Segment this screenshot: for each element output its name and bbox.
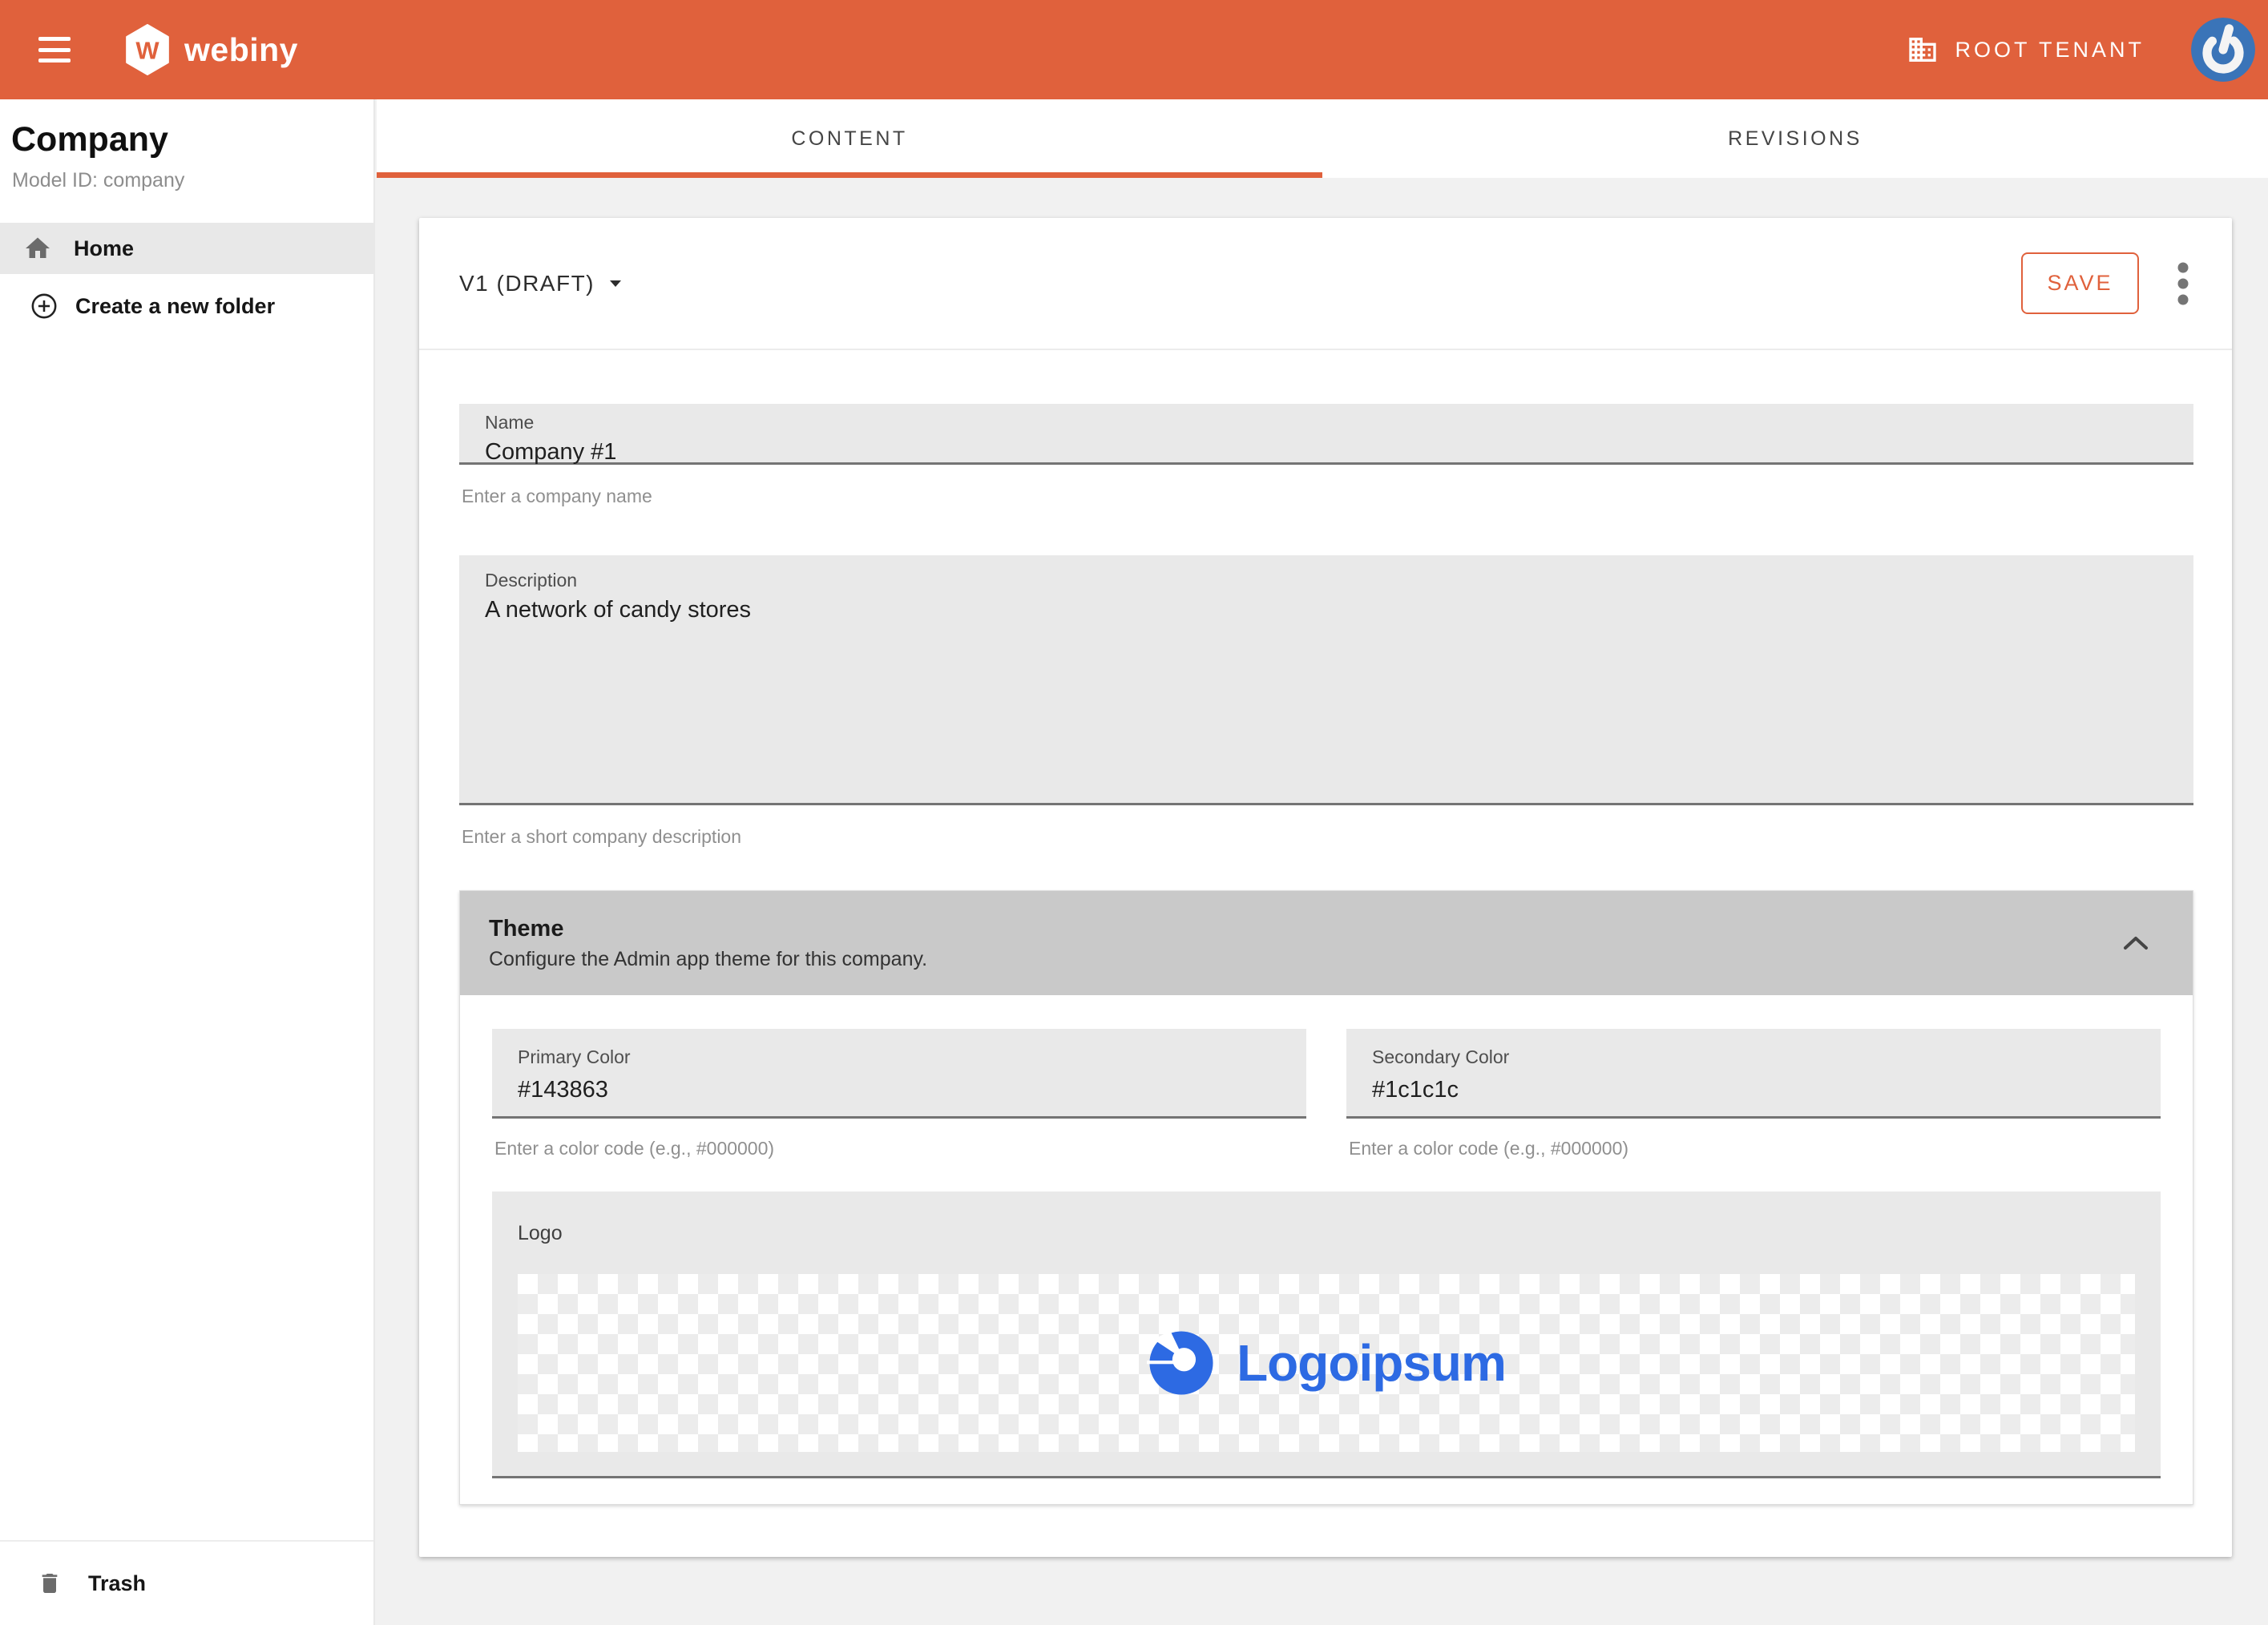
tab-revisions[interactable]: REVISIONS <box>1322 99 2268 178</box>
building-icon <box>1907 34 1939 66</box>
theme-subtitle: Configure the Admin app theme for this c… <box>489 948 927 971</box>
tab-bar: CONTENT REVISIONS <box>377 99 2268 178</box>
webiny-logo[interactable]: W webiny <box>125 24 298 75</box>
home-icon <box>22 234 53 263</box>
primary-color-helper: Enter a color code (e.g., #000000) <box>494 1138 1306 1159</box>
primary-color-label: Primary Color <box>518 1046 1282 1068</box>
entry-form-body: Name Company #1 Enter a company name Des… <box>419 350 2232 1505</box>
secondary-color-field[interactable]: Secondary Color #1c1c1c <box>1346 1029 2161 1119</box>
tab-content[interactable]: CONTENT <box>377 99 1322 178</box>
main-area: CONTENT REVISIONS V1 (DRAFT) SAVE <box>377 99 2268 1625</box>
plus-circle-icon <box>30 292 58 320</box>
logo-field-label: Logo <box>518 1222 2135 1245</box>
secondary-color-label: Secondary Color <box>1372 1046 2137 1068</box>
logo-field: Logo Logoipsum <box>492 1192 2161 1478</box>
trash-label: Trash <box>88 1571 146 1596</box>
theme-section-header: Theme Configure the Admin app theme for … <box>460 891 2193 995</box>
sidebar-item-label: Create a new folder <box>75 294 275 319</box>
content-area: V1 (DRAFT) SAVE Name <box>377 178 2268 1625</box>
primary-color-field[interactable]: Primary Color #143863 <box>492 1029 1306 1119</box>
name-field[interactable]: Name Company #1 <box>459 404 2193 465</box>
logo-image: Logoipsum <box>1147 1329 1506 1397</box>
page-title: Company <box>11 120 373 159</box>
revision-label: V1 (DRAFT) <box>459 271 595 296</box>
save-button[interactable]: SAVE <box>2021 252 2139 314</box>
name-field-value: Company #1 <box>485 439 2169 466</box>
trash-icon <box>35 1571 64 1596</box>
app-header: W webiny ROOT TENANT <box>0 0 2268 99</box>
sidebar-item-home[interactable]: Home <box>0 223 373 274</box>
theme-title: Theme <box>489 916 927 942</box>
caret-down-icon <box>609 280 622 288</box>
folder-tree: Home Create a new folder <box>0 223 373 332</box>
entry-form-card: V1 (DRAFT) SAVE Name <box>419 218 2232 1557</box>
tenant-selector[interactable]: ROOT TENANT <box>1907 34 2145 66</box>
tenant-label: ROOT TENANT <box>1955 38 2145 62</box>
secondary-color-helper: Enter a color code (e.g., #000000) <box>1349 1138 2161 1159</box>
description-field-label: Description <box>485 570 2169 591</box>
collapse-section-button[interactable] <box>2116 929 2156 958</box>
sidebar-item-label: Home <box>74 236 134 261</box>
logoipsum-mark-icon <box>1147 1329 1216 1397</box>
more-options-icon[interactable] <box>2169 254 2197 313</box>
primary-color-value: #143863 <box>518 1077 1282 1103</box>
secondary-color-value: #1c1c1c <box>1372 1077 2137 1103</box>
sidebar: Company Model ID: company Home Create a … <box>0 99 375 1625</box>
description-field[interactable]: Description A network of candy stores <box>459 555 2193 805</box>
theme-section: Theme Configure the Admin app theme for … <box>459 890 2193 1505</box>
logoipsum-wordmark: Logoipsum <box>1237 1333 1506 1393</box>
entry-form-header: V1 (DRAFT) SAVE <box>419 218 2232 350</box>
hamburger-menu-icon[interactable] <box>38 37 71 62</box>
svg-text:W: W <box>135 36 159 64</box>
power-avatar-icon <box>2191 18 2255 82</box>
user-avatar[interactable] <box>2191 18 2255 82</box>
chevron-up-icon <box>2122 935 2149 951</box>
revision-selector[interactable]: V1 (DRAFT) <box>459 271 622 296</box>
webiny-hexagon-icon: W <box>125 24 170 75</box>
name-field-label: Name <box>485 412 2169 433</box>
description-field-value: A network of candy stores <box>485 597 2169 623</box>
model-id-label: Model ID: company <box>12 169 373 192</box>
name-field-helper: Enter a company name <box>462 486 2193 507</box>
description-field-helper: Enter a short company description <box>462 826 2193 848</box>
sidebar-item-create-folder[interactable]: Create a new folder <box>0 280 373 332</box>
sidebar-item-trash[interactable]: Trash <box>0 1540 373 1625</box>
brand-wordmark: webiny <box>184 31 298 69</box>
theme-section-body: Primary Color #143863 Enter a color code… <box>460 995 2193 1504</box>
logo-dropzone[interactable]: Logoipsum <box>518 1274 2135 1452</box>
